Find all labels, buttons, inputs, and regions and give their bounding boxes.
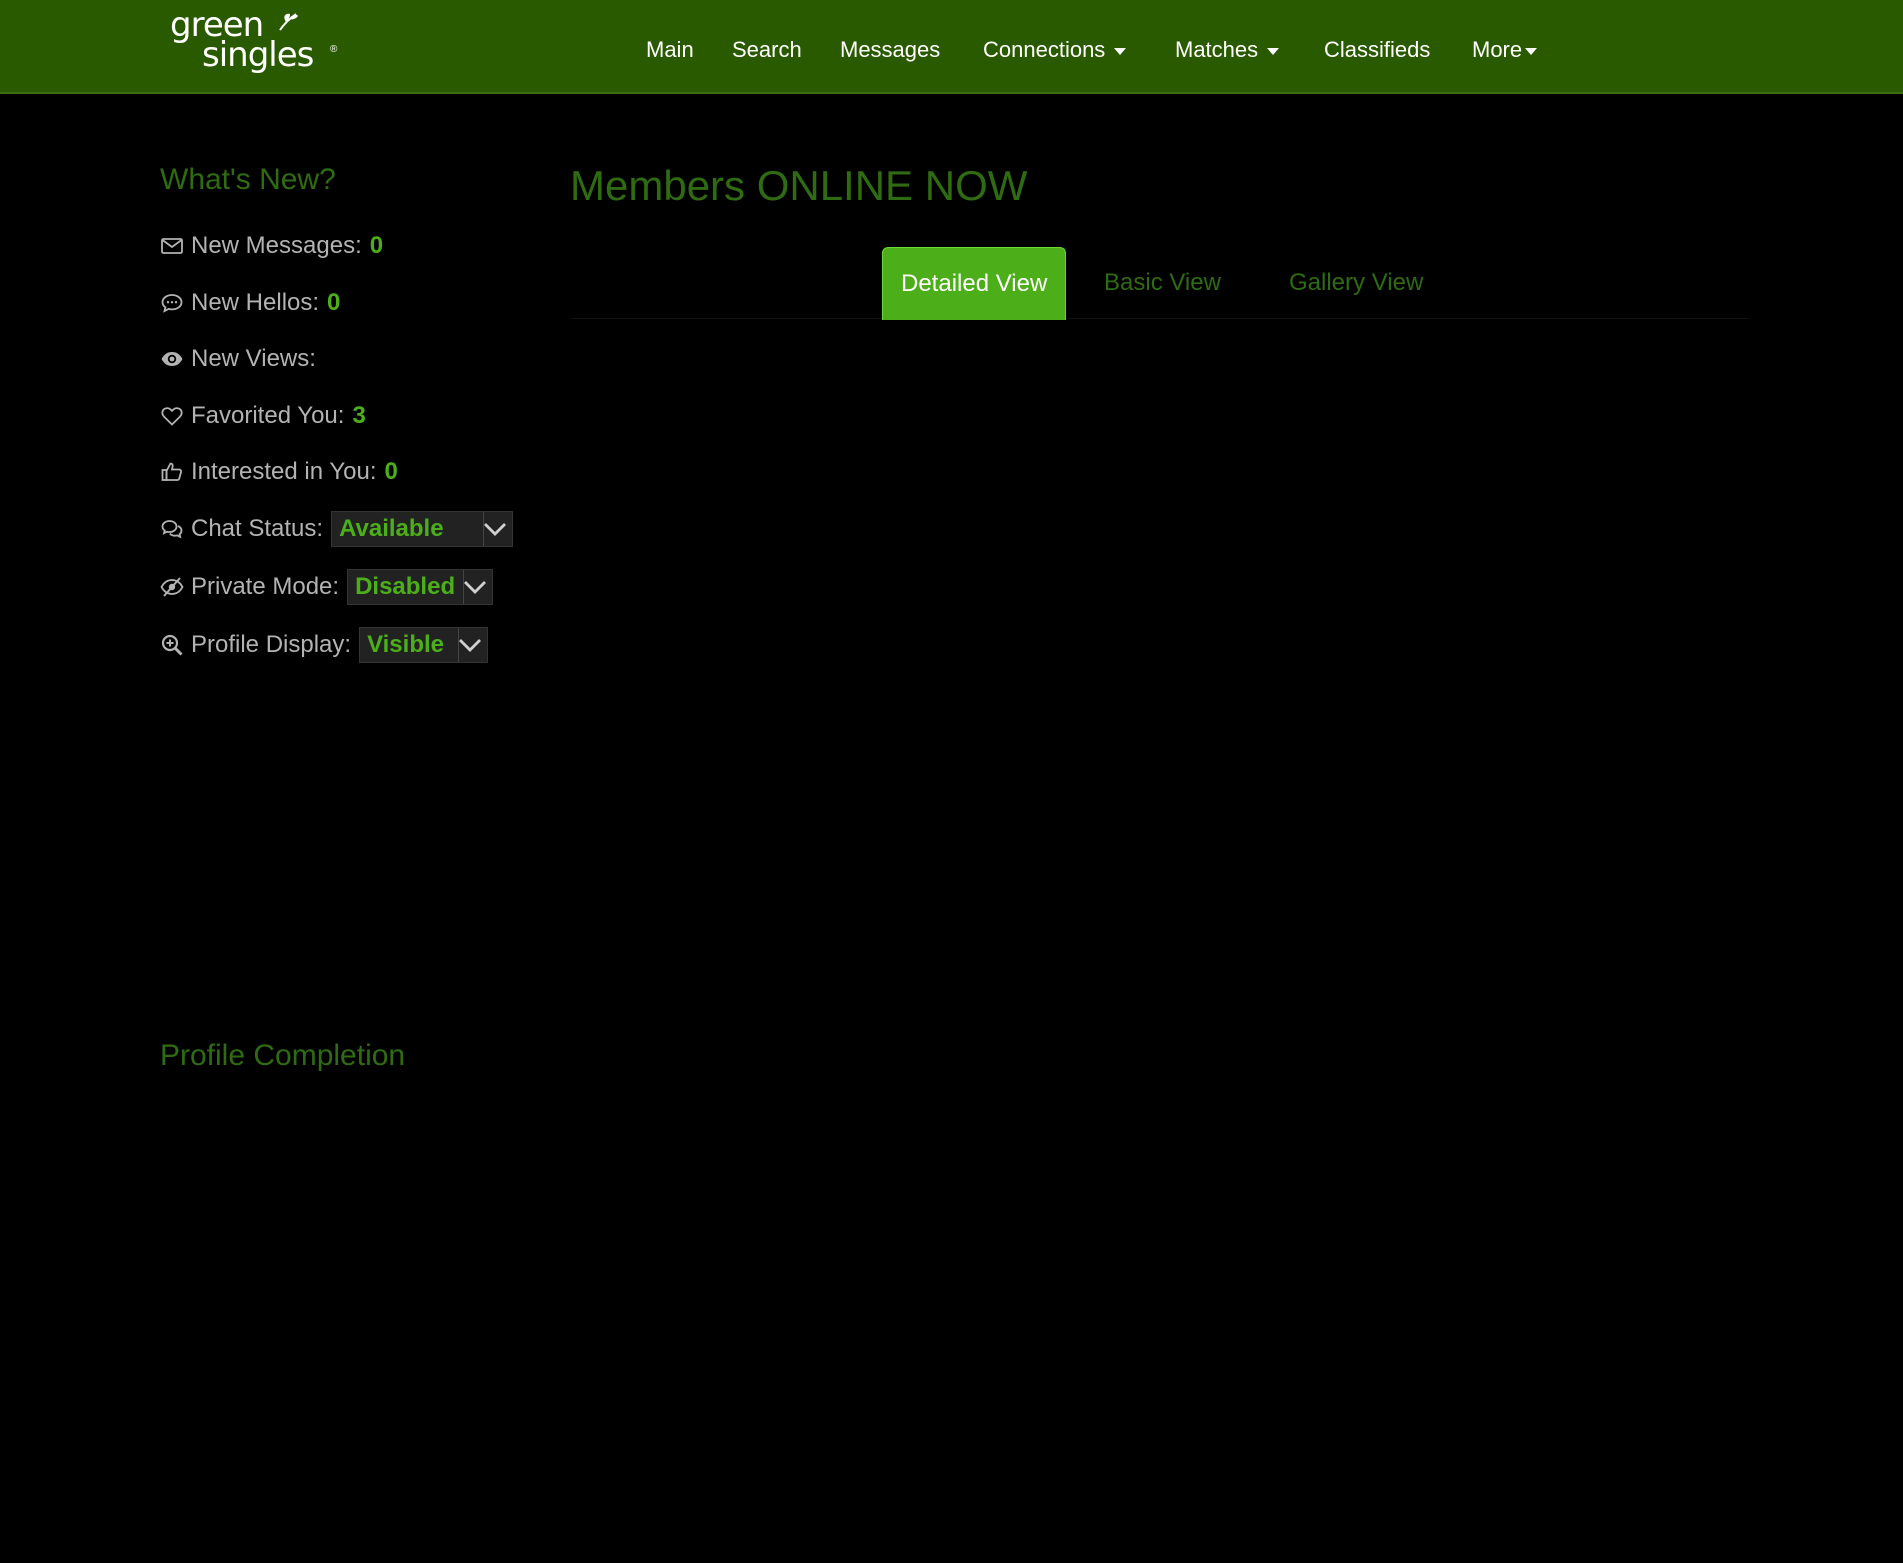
private-mode-value: Disabled [348,570,465,604]
private-mode-label: Private Mode: [191,573,340,600]
profile-display-label: Profile Display: [191,631,352,658]
caret-down-icon [1267,47,1280,55]
profile-display-select[interactable]: Visible [359,627,488,663]
tab-detailed-view-label: Detailed View [901,270,1048,297]
profile-display-value: Visible [360,628,459,662]
whats-new-title: What's New? [160,163,336,196]
chat-status-select[interactable]: Available [331,511,514,547]
interested-in-you-label: Interested in You: [191,458,377,485]
tab-gallery-view[interactable]: Gallery View [1271,247,1441,319]
interested-in-you-count: 0 [384,458,398,485]
eye-icon [161,352,183,366]
new-messages-label: New Messages: [191,232,362,259]
new-messages-count: 0 [369,232,384,259]
envelope-icon [161,238,183,254]
page-title: Members ONLINE NOW [570,162,1028,209]
new-views-stat[interactable]: New Views: [160,342,324,376]
nav-main-label: Main [646,37,694,62]
private-mode-select[interactable]: Disabled [347,569,494,605]
nav-matches[interactable]: Matches [1175,35,1280,65]
nav-connections-label: Connections [983,37,1106,62]
greensingles-logo[interactable]: green singles ® [168,8,343,76]
chat-status-value: Available [332,512,485,546]
private-mode-row: Private Mode: Disabled [160,569,494,605]
nav-messages-label: Messages [840,37,941,62]
nav-main[interactable]: Main [646,35,694,65]
heart-icon [161,407,183,426]
nav-search-label: Search [732,37,802,62]
logo-registered-mark: ® [330,44,338,55]
nav-search[interactable]: Search [732,35,802,65]
view-tabs: Detailed View Basic View Gallery View [570,247,1750,327]
nav-more[interactable]: More [1472,35,1538,65]
favorited-you-stat[interactable]: Favorited You: 3 [160,399,366,433]
tab-detailed-view[interactable]: Detailed View [882,247,1067,320]
tab-basic-view-label: Basic View [1104,269,1221,296]
chat-bubbles-icon [161,520,183,539]
logo-text-singles: singles [202,35,314,75]
nav-matches-label: Matches [1175,37,1259,62]
nav-connections[interactable]: Connections [983,35,1127,65]
nav-classifieds[interactable]: Classifieds [1324,35,1430,65]
interested-in-you-stat[interactable]: Interested in You: 0 [160,455,398,489]
search-plus-icon [161,634,183,656]
nav-more-label: More [1472,37,1523,62]
eye-slash-icon [160,577,184,597]
top-navbar: green singles ® Main Search Messages Con… [0,0,1903,94]
chat-status-row: Chat Status: Available [160,511,514,547]
chevron-down-icon [463,570,492,604]
new-views-label: New Views: [191,345,316,372]
chat-status-label: Chat Status: [191,515,324,542]
profile-display-row: Profile Display: Visible [160,627,488,663]
favorited-you-count: 3 [352,402,366,429]
profile-completion-title: Profile Completion [160,1039,406,1072]
new-messages-stat[interactable]: New Messages: 0 [160,229,383,263]
caret-down-icon [1525,47,1538,55]
new-hellos-count: 0 [327,289,341,316]
new-hellos-stat[interactable]: New Hellos: 0 [160,286,340,320]
speech-bubble-icon [161,294,183,313]
nav-classifieds-label: Classifieds [1324,37,1431,62]
chevron-down-icon [458,628,487,662]
caret-down-icon [1114,47,1127,55]
leaf-icon [279,13,298,31]
favorited-you-label: Favorited You: [191,402,345,429]
nav-messages[interactable]: Messages [840,35,940,65]
chevron-down-icon [483,512,512,546]
tab-gallery-view-label: Gallery View [1289,269,1424,296]
new-hellos-label: New Hellos: [191,289,320,316]
thumbs-up-icon [161,462,183,481]
tab-basic-view[interactable]: Basic View [1086,247,1239,319]
